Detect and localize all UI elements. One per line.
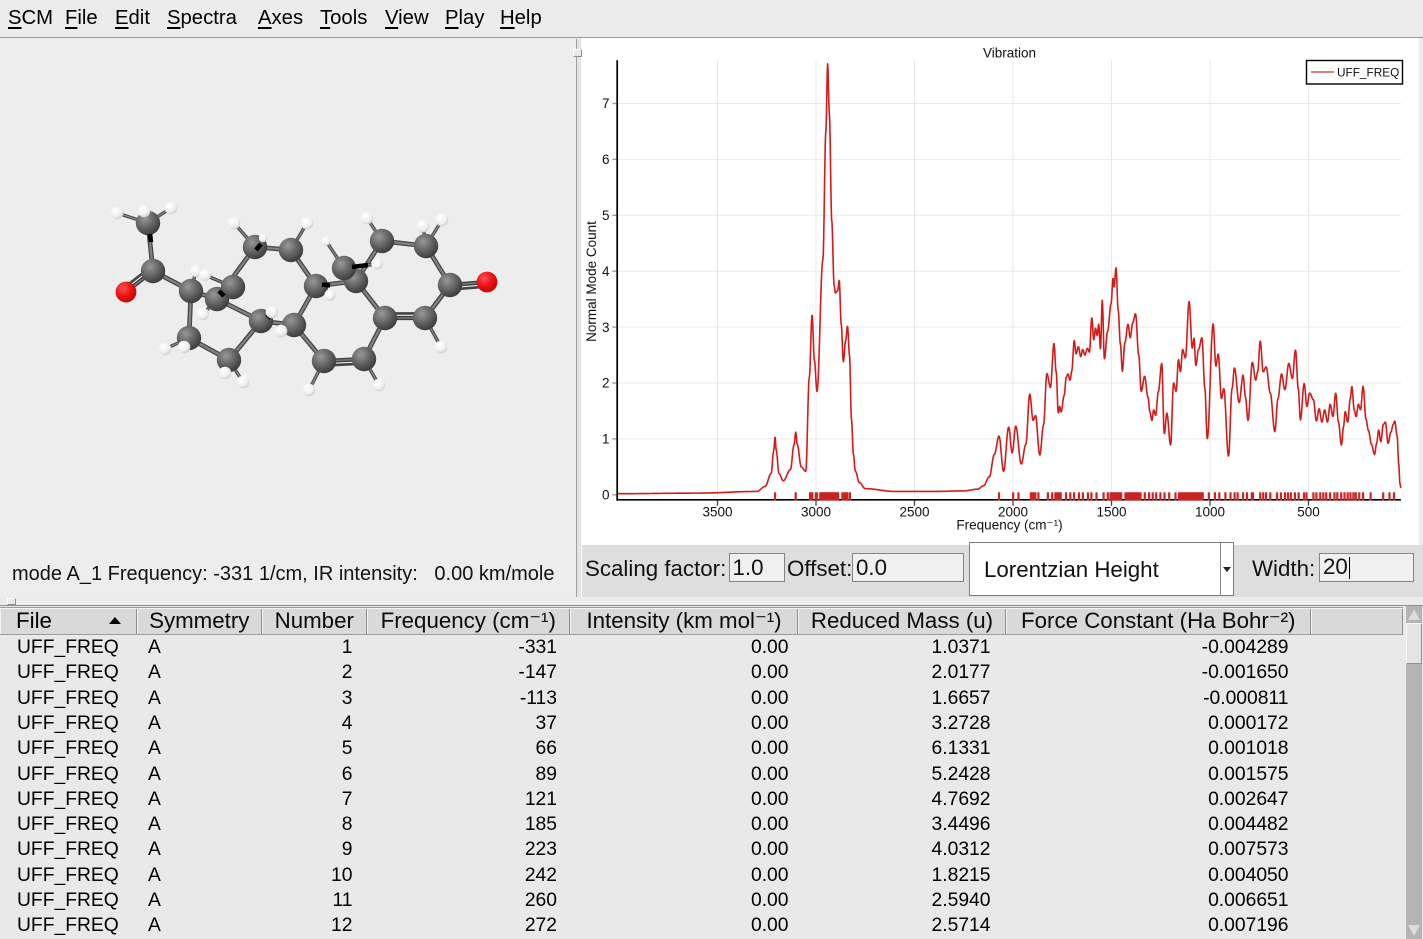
- svg-text:4: 4: [602, 264, 610, 279]
- svg-text:1500: 1500: [1096, 504, 1126, 519]
- svg-text:UFF_FREQ: UFF_FREQ: [1337, 65, 1399, 79]
- svg-text:6: 6: [602, 152, 610, 167]
- svg-text:500: 500: [1297, 504, 1320, 519]
- svg-text:2500: 2500: [899, 504, 929, 519]
- svg-text:Frequency (cm⁻¹): Frequency (cm⁻¹): [956, 518, 1062, 533]
- svg-text:Normal Mode Count: Normal Mode Count: [584, 221, 599, 342]
- svg-text:Vibration: Vibration: [983, 46, 1036, 61]
- svg-text:2: 2: [602, 376, 610, 391]
- svg-text:7: 7: [602, 96, 610, 111]
- svg-text:3500: 3500: [702, 504, 732, 519]
- svg-text:3000: 3000: [801, 504, 831, 519]
- svg-text:3: 3: [602, 320, 610, 335]
- svg-text:5: 5: [602, 208, 610, 223]
- svg-text:1: 1: [602, 432, 610, 447]
- svg-text:0: 0: [602, 488, 610, 503]
- svg-text:1000: 1000: [1195, 504, 1225, 519]
